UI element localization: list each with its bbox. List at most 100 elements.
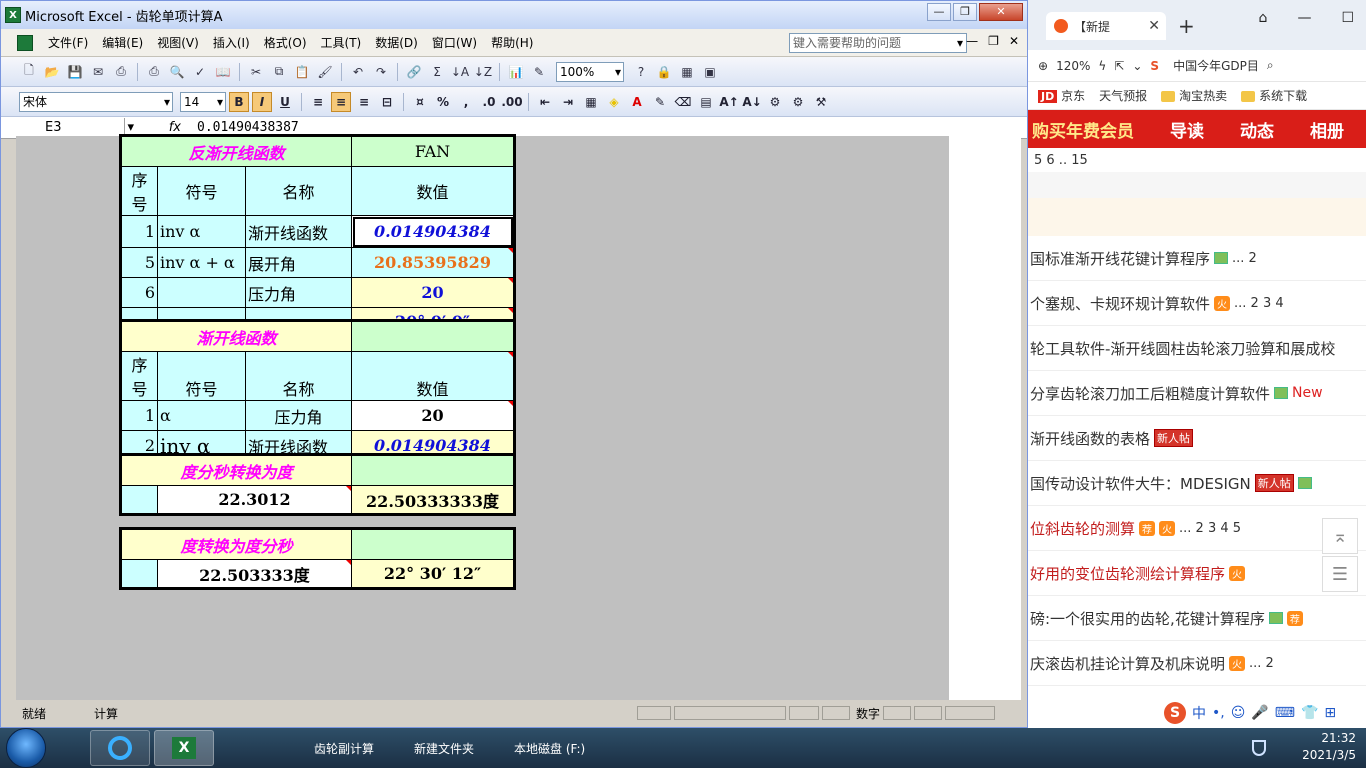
sogou-search-icon[interactable]: S — [1150, 59, 1159, 73]
form-icon[interactable]: ▦ — [677, 62, 697, 82]
cell[interactable]: 展开角 — [245, 247, 352, 278]
toolbar-new-folder[interactable]: 新建文件夹 — [414, 740, 474, 757]
shirt-icon[interactable]: ⌂ — [1259, 10, 1268, 26]
menu-help[interactable]: 帮助(H) — [486, 31, 538, 54]
minimize-icon[interactable]: — — [1297, 10, 1311, 26]
open-icon[interactable]: 📂 — [42, 62, 62, 82]
block-title[interactable]: 渐开线函数 — [121, 321, 352, 352]
cell[interactable]: 20.85395829 — [351, 247, 514, 278]
paste-icon[interactable]: 📋 — [292, 62, 312, 82]
bookmark-sysdl[interactable]: 系统下载 — [1241, 87, 1307, 104]
percent-icon[interactable]: % — [433, 92, 453, 112]
list-item[interactable]: 好用的变位齿轮测绘计算程序火 — [1028, 551, 1366, 596]
sogou-ime-icon[interactable]: S — [1164, 702, 1186, 724]
cell[interactable]: 渐开线函数 — [245, 215, 352, 248]
merge-center-icon[interactable]: ⊟ — [377, 92, 397, 112]
maximize-icon[interactable]: ☐ — [1341, 10, 1354, 26]
restore-button[interactable]: ❐ — [953, 3, 977, 21]
dms-result-cell[interactable]: 22° 30′ 12″ — [351, 559, 514, 588]
align-center-icon[interactable]: ≡ — [331, 91, 351, 112]
block-title[interactable]: 度转换为度分秒 — [121, 529, 352, 560]
list-item[interactable]: 轮工具软件-渐开线圆柱齿轮滚刀验算和展成校 — [1028, 326, 1366, 371]
excel-app-icon[interactable]: X — [5, 7, 21, 23]
toolbar-local-disk[interactable]: 本地磁盘 (F:) — [514, 740, 585, 757]
toolbar-gear-calc[interactable]: 齿轮副计算 — [314, 740, 374, 757]
list-item[interactable]: 渐开线函数的表格 新人帖 — [1028, 416, 1366, 461]
shrink-font-icon[interactable]: A↓ — [742, 92, 762, 112]
fill-color-icon[interactable]: ◈ — [604, 92, 624, 112]
tool3-icon[interactable]: ⚒ — [811, 92, 831, 112]
autosum-icon[interactable]: Σ — [427, 62, 447, 82]
list-item[interactable]: 磅:一个很实用的齿轮,花键计算程序荐 — [1028, 596, 1366, 641]
skin-icon[interactable]: 👕 — [1301, 705, 1318, 721]
cell[interactable]: 压力角 — [245, 400, 352, 431]
borders-icon[interactable]: ▦ — [581, 92, 601, 112]
clock[interactable]: 21:32 2021/3/5 — [1302, 730, 1356, 764]
col-header[interactable]: 符号 — [157, 166, 246, 216]
block-tag[interactable]: FAN — [351, 136, 514, 167]
drawing-tool-icon[interactable]: ✎ — [650, 92, 670, 112]
decrease-indent-icon[interactable]: ⇤ — [535, 92, 555, 112]
dms-input-cell[interactable]: 22.3012 — [157, 485, 352, 514]
calc-icon[interactable]: ▤ — [696, 92, 716, 112]
browser-zoom[interactable]: 120% — [1056, 59, 1090, 73]
comma-icon[interactable]: , — [456, 92, 476, 112]
security-shield-icon[interactable] — [1252, 740, 1266, 756]
col-header[interactable]: 数值 — [351, 351, 514, 401]
start-button[interactable] — [6, 728, 46, 768]
cell[interactable] — [157, 277, 246, 308]
close-tab-icon[interactable]: ✕ — [1148, 18, 1160, 34]
permission-icon[interactable]: ✉ — [88, 62, 108, 82]
cell[interactable]: 1 — [121, 400, 158, 431]
cut-icon[interactable]: ✂ — [246, 62, 266, 82]
bookmark-weather[interactable]: 天气预报 — [1099, 87, 1147, 104]
menu-format[interactable]: 格式(O) — [259, 31, 312, 54]
cell[interactable] — [121, 485, 158, 514]
selected-cell-e3[interactable]: 0.014904384 — [351, 215, 514, 248]
nav-guide[interactable]: 导读 — [1170, 117, 1204, 142]
col-header[interactable]: 序号 — [121, 351, 158, 401]
menu-data[interactable]: 数据(D) — [370, 31, 423, 54]
nav-vip[interactable]: 购买年费会员 — [1032, 117, 1134, 142]
menu-window[interactable]: 窗口(W) — [427, 31, 482, 54]
format-painter-icon[interactable]: 🖌 — [315, 62, 335, 82]
emoji-icon[interactable]: ☺ — [1231, 705, 1246, 721]
cell[interactable]: 压力角 — [245, 277, 352, 308]
menu-view[interactable]: 视图(V) — [152, 31, 204, 54]
underline-button[interactable]: U — [275, 92, 295, 112]
workbook-close-button[interactable]: ✕ — [1009, 34, 1019, 48]
degree-input-cell[interactable]: 22.503333度 — [157, 559, 352, 588]
close-button[interactable]: ✕ — [979, 3, 1023, 21]
cell[interactable]: 20 — [351, 400, 514, 431]
bold-button[interactable]: B — [229, 91, 249, 112]
list-item[interactable]: 国传动设计软件大牛：MDESIGN 新人帖 — [1028, 461, 1366, 506]
chevron-down-icon[interactable]: ⌄ — [1132, 59, 1142, 73]
cell[interactable] — [351, 455, 514, 486]
font-select[interactable]: 宋体 — [19, 91, 173, 112]
search-icon[interactable]: ⌕ — [1267, 58, 1274, 73]
list-icon[interactable]: ☰ — [1322, 556, 1358, 592]
research-icon[interactable]: 📖 — [213, 62, 233, 82]
list-item[interactable]: 个塞规、卡规环规计算软件火... 2 3 4 — [1028, 281, 1366, 326]
redo-icon[interactable]: ↷ — [371, 62, 391, 82]
col-header[interactable]: 名称 — [245, 166, 352, 216]
help-icon[interactable]: ? — [631, 62, 651, 82]
decrease-decimal-icon[interactable]: .00 — [501, 92, 522, 112]
cell[interactable]: inv α + α — [157, 247, 246, 278]
list-item[interactable]: 国标准渐开线花键计算程序... 2 — [1028, 236, 1366, 281]
minimize-button[interactable]: — — [927, 3, 951, 21]
font-color-icon[interactable]: A — [627, 92, 647, 112]
zoom-icon[interactable]: ⊕ — [1038, 59, 1048, 73]
new-tab-icon[interactable]: + — [1178, 14, 1195, 38]
tool2-icon[interactable]: ⚙ — [788, 92, 808, 112]
block-title[interactable]: 反渐开线函数 — [121, 136, 352, 167]
back-to-top-icon[interactable]: ⌅ — [1322, 518, 1358, 554]
excel-titlebar[interactable]: X Microsoft Excel - 齿轮单项计算A — ❐ ✕ — [1, 1, 1027, 29]
block-title[interactable]: 度分秒转换为度 — [121, 455, 352, 486]
menu-edit[interactable]: 编辑(E) — [97, 31, 148, 54]
align-right-icon[interactable]: ≡ — [354, 92, 374, 112]
list-item[interactable]: 分享齿轮滚刀加工后粗糙度计算软件 New — [1028, 371, 1366, 416]
currency-icon[interactable]: ¤ — [410, 92, 430, 112]
lock-icon[interactable]: 🔒 — [654, 62, 674, 82]
pager[interactable]: 5 6 .. 15 — [1028, 148, 1366, 172]
